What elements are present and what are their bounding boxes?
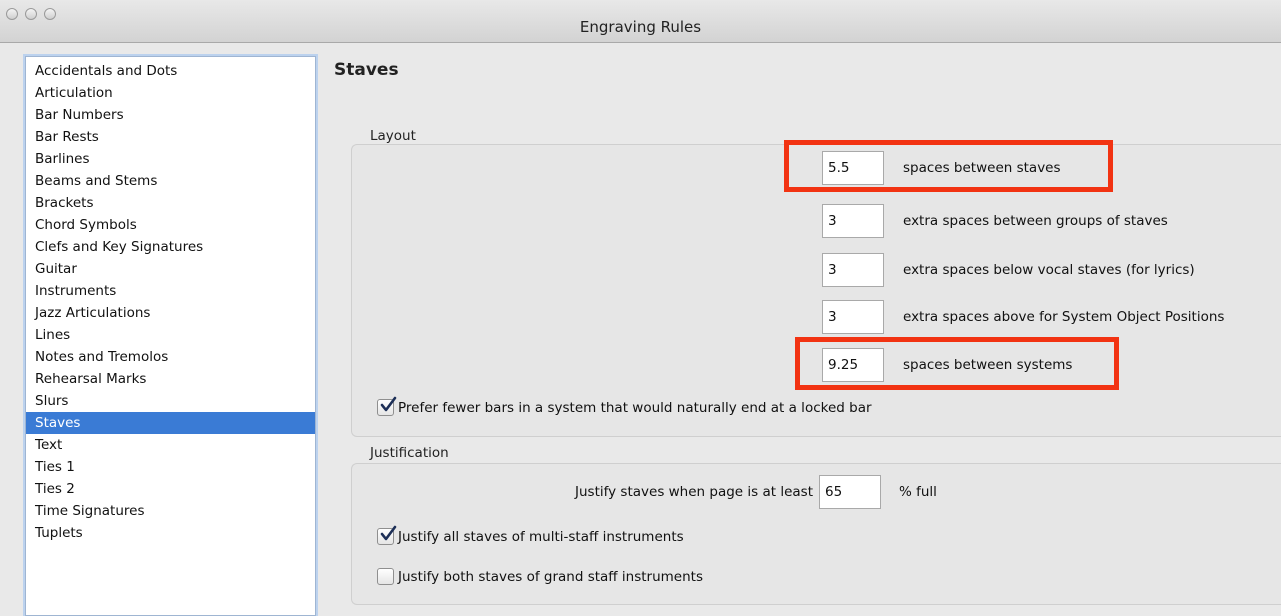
justify-threshold-row: Justify staves when page is at least 65 … bbox=[520, 475, 980, 511]
vocal-spacing-label: extra spaces below vocal staves (for lyr… bbox=[903, 262, 1195, 278]
list-item[interactable]: Bar Rests bbox=[26, 126, 315, 148]
highlight-box-systems bbox=[795, 337, 1119, 390]
checkmark-icon bbox=[380, 396, 397, 412]
dialog-content: Accidentals and Dots Articulation Bar Nu… bbox=[0, 43, 1281, 616]
vocal-spacing-row: 3 extra spaces below vocal staves (for l… bbox=[822, 253, 1281, 289]
list-item[interactable]: Text bbox=[26, 434, 315, 456]
groups-spacing-input[interactable]: 3 bbox=[822, 204, 884, 238]
list-item[interactable]: Instruments bbox=[26, 280, 315, 302]
list-item[interactable]: Jazz Articulations bbox=[26, 302, 315, 324]
list-item[interactable]: Lines bbox=[26, 324, 315, 346]
title-bar: Engraving Rules bbox=[0, 0, 1281, 43]
groups-spacing-label: extra spaces between groups of staves bbox=[903, 213, 1168, 229]
list-item[interactable]: Guitar bbox=[26, 258, 315, 280]
justify-threshold-input[interactable]: 65 bbox=[819, 475, 881, 509]
groups-spacing-row: 3 extra spaces between groups of staves bbox=[822, 204, 1281, 240]
system-object-spacing-row: 3 extra spaces above for System Object P… bbox=[822, 300, 1281, 336]
category-list[interactable]: Accidentals and Dots Articulation Bar Nu… bbox=[25, 56, 316, 616]
list-item[interactable]: Articulation bbox=[26, 82, 315, 104]
list-item[interactable]: Beams and Stems bbox=[26, 170, 315, 192]
justify-grand-staff-label: Justify both staves of grand staff instr… bbox=[398, 569, 703, 585]
list-item[interactable]: Chord Symbols bbox=[26, 214, 315, 236]
list-item[interactable]: Time Signatures bbox=[26, 500, 315, 522]
prefer-fewer-bars-label: Prefer fewer bars in a system that would… bbox=[398, 400, 872, 416]
list-item[interactable]: Brackets bbox=[26, 192, 315, 214]
list-item[interactable]: Barlines bbox=[26, 148, 315, 170]
justification-group-label: Justification bbox=[370, 445, 449, 461]
justify-threshold-label: Justify staves when page is at least bbox=[575, 484, 813, 500]
window-title: Engraving Rules bbox=[579, 18, 702, 36]
justify-all-staves-label: Justify all staves of multi-staff instru… bbox=[398, 529, 684, 545]
vocal-spacing-input[interactable]: 3 bbox=[822, 253, 884, 287]
justify-all-staves-checkbox[interactable] bbox=[377, 525, 397, 545]
list-item[interactable]: Accidentals and Dots bbox=[26, 60, 315, 82]
system-object-spacing-input[interactable]: 3 bbox=[822, 300, 884, 334]
prefer-fewer-bars-row[interactable]: Prefer fewer bars in a system that would… bbox=[377, 396, 997, 419]
list-item[interactable]: Notes and Tremolos bbox=[26, 346, 315, 368]
prefer-fewer-bars-checkbox[interactable] bbox=[377, 396, 397, 416]
list-item[interactable]: Rehearsal Marks bbox=[26, 368, 315, 390]
list-item[interactable]: Slurs bbox=[26, 390, 315, 412]
list-item-selected[interactable]: Staves bbox=[26, 412, 315, 434]
list-item[interactable]: Ties 2 bbox=[26, 478, 315, 500]
list-item[interactable]: Clefs and Key Signatures bbox=[26, 236, 315, 258]
list-item[interactable]: Tuplets bbox=[26, 522, 315, 544]
justify-all-staves-row[interactable]: Justify all staves of multi-staff instru… bbox=[377, 525, 877, 548]
layout-group-label: Layout bbox=[370, 128, 416, 144]
highlight-box-staves bbox=[784, 140, 1113, 192]
list-item[interactable]: Ties 1 bbox=[26, 456, 315, 478]
justify-grand-staff-checkbox[interactable] bbox=[377, 568, 394, 585]
checkmark-icon bbox=[380, 525, 397, 541]
system-object-spacing-label: extra spaces above for System Object Pos… bbox=[903, 309, 1225, 325]
page-title: Staves bbox=[334, 60, 399, 80]
justify-grand-staff-row[interactable]: Justify both staves of grand staff instr… bbox=[377, 568, 877, 588]
justify-threshold-unit: % full bbox=[899, 484, 937, 500]
list-item[interactable]: Bar Numbers bbox=[26, 104, 315, 126]
